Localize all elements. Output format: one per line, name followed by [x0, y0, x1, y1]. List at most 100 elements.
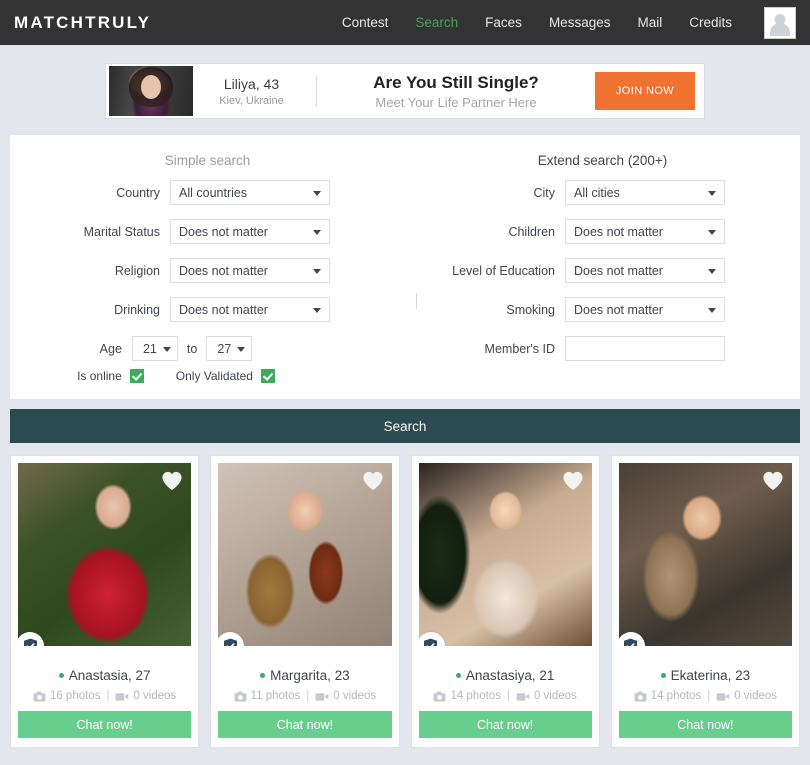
column-divider [416, 293, 417, 309]
heart-icon[interactable] [362, 471, 384, 491]
chat-now-button[interactable]: Chat now! [218, 711, 392, 738]
nav-item-mail[interactable]: Mail [637, 15, 662, 30]
marital-status-select-value: Does not matter [179, 224, 268, 239]
user-avatar[interactable] [764, 6, 796, 39]
site-header: MATCHTRULY Contest Search Faces Messages… [0, 0, 810, 45]
heart-icon[interactable] [161, 471, 183, 491]
nav-item-contest[interactable]: Contest [342, 15, 389, 30]
video-camera-icon [315, 691, 329, 702]
profile-card[interactable]: Ekaterina, 23 14 photos | 0 videos Chat … [610, 455, 800, 748]
verified-shield-icon [18, 632, 44, 646]
profile-name-row: Ekaterina, 23 [619, 668, 792, 683]
stats-separator: | [106, 690, 110, 702]
photo-count: 14 photos [450, 690, 501, 702]
city-select-value: All cities [574, 185, 620, 200]
profile-photo[interactable] [218, 463, 392, 646]
smoking-select-value: Does not matter [574, 302, 663, 317]
smoking-select[interactable]: Does not matter [565, 297, 725, 322]
verified-shield-icon [618, 632, 645, 646]
member-id-input[interactable] [565, 336, 725, 361]
search-submit-button[interactable]: Search [10, 409, 800, 443]
field-marital-status-label: Marital Status [83, 224, 160, 239]
profile-photo[interactable] [618, 463, 792, 646]
field-member-id-label: Member's ID [484, 341, 555, 356]
city-select[interactable]: All cities [565, 180, 725, 205]
heart-icon[interactable] [562, 471, 584, 491]
simple-search-title[interactable]: Simple search [10, 149, 405, 180]
search-results: Anastasia, 27 16 photos | 0 videos Chat … [10, 455, 800, 748]
video-camera-icon [115, 691, 129, 702]
nav-item-messages[interactable]: Messages [549, 15, 611, 30]
promo-banner[interactable]: Liliya, 43 Kiev, Ukraine Are You Still S… [105, 63, 705, 119]
country-select[interactable]: All countries [170, 180, 330, 205]
field-level-of-education-label: Level of Education [452, 263, 555, 278]
profile-card[interactable]: Anastasia, 27 16 photos | 0 videos Chat … [10, 455, 200, 748]
search-panel: Simple search Extend search (200+) Count… [10, 135, 800, 399]
video-count: 0 videos [533, 690, 577, 702]
camera-icon [234, 691, 247, 702]
age-from-select[interactable]: 21 [131, 336, 178, 361]
field-marital-status: Marital Status Does not matter [10, 219, 405, 244]
online-status-dot [58, 673, 64, 678]
profile-photo[interactable] [18, 463, 192, 646]
is-online-checkbox[interactable] [129, 369, 144, 383]
age-to-select[interactable]: 27 [206, 336, 253, 361]
field-member-id: Member's ID [405, 336, 800, 361]
camera-icon [33, 691, 46, 702]
chat-now-button[interactable]: Chat now! [418, 711, 592, 738]
extend-search-title[interactable]: Extend search (200+) [405, 149, 800, 180]
profile-card[interactable]: Anastasiya, 21 14 photos | 0 videos Chat… [410, 455, 600, 748]
marital-status-select[interactable]: Does not matter [170, 219, 330, 244]
nav-item-credits[interactable]: Credits [689, 15, 732, 30]
profile-stats: 14 photos | 0 videos [619, 690, 792, 702]
search-column-titles: Simple search Extend search (200+) [10, 149, 800, 180]
photo-count: 11 photos [250, 690, 301, 702]
chevron-down-icon [237, 346, 246, 352]
promo-subline: Meet Your Life Partner Here [375, 94, 537, 110]
profile-name: Ekaterina, 23 [670, 668, 751, 683]
profile-name: Anastasia, 27 [68, 668, 151, 683]
main-navigation: Contest Search Faces Messages Mail Credi… [342, 6, 810, 39]
level-of-education-select[interactable]: Does not matter [565, 258, 725, 283]
profile-name-row: Anastasiya, 21 [419, 668, 592, 683]
camera-icon [634, 691, 647, 702]
heart-icon[interactable] [762, 471, 784, 491]
religion-select-value: Does not matter [179, 263, 268, 278]
field-city-label: City [533, 185, 555, 200]
only-validated-checkbox[interactable] [260, 369, 275, 383]
online-status-dot [660, 673, 666, 678]
field-children-label: Children [508, 224, 555, 239]
nav-item-search[interactable]: Search [415, 15, 458, 30]
field-drinking-label: Drinking [114, 302, 160, 317]
profile-name-row: Margarita, 23 [218, 668, 391, 683]
promo-location: Kiev, Ukraine [219, 94, 284, 107]
age-from-value: 21 [142, 341, 157, 356]
profile-photo[interactable] [418, 463, 592, 646]
search-columns: Country All countries Marital Status Doe… [10, 180, 800, 383]
online-status-dot [260, 673, 266, 678]
religion-select[interactable]: Does not matter [170, 258, 330, 283]
chevron-down-icon [313, 268, 321, 274]
profile-stats: 16 photos | 0 videos [18, 690, 191, 702]
chat-now-button[interactable]: Chat now! [618, 711, 792, 738]
promo-name: Liliya, 43 [223, 75, 280, 92]
chat-now-button[interactable]: Chat now! [18, 711, 192, 738]
children-select[interactable]: Does not matter [565, 219, 725, 244]
field-level-of-education: Level of Education Does not matter [405, 258, 800, 283]
nav-item-faces[interactable]: Faces [485, 15, 522, 30]
promo-headline: Are You Still Single? [373, 72, 539, 92]
promo-profile: Liliya, 43 Kiev, Ukraine [197, 75, 317, 107]
age-to-value: 27 [217, 341, 232, 356]
join-now-button[interactable]: JOIN NOW [595, 72, 695, 110]
site-logo[interactable]: MATCHTRULY [14, 13, 151, 33]
profile-stats: 11 photos | 0 videos [218, 690, 391, 702]
drinking-select-value: Does not matter [179, 302, 268, 317]
profile-name: Margarita, 23 [270, 668, 350, 683]
video-camera-icon [716, 691, 730, 702]
profile-card[interactable]: Margarita, 23 11 photos | 0 videos Chat … [210, 455, 400, 748]
profile-name-row: Anastasia, 27 [18, 668, 191, 683]
field-religion-label: Religion [114, 263, 160, 278]
drinking-select[interactable]: Does not matter [170, 297, 330, 322]
country-select-value: All countries [179, 185, 248, 200]
profile-stats: 14 photos | 0 videos [419, 690, 592, 702]
